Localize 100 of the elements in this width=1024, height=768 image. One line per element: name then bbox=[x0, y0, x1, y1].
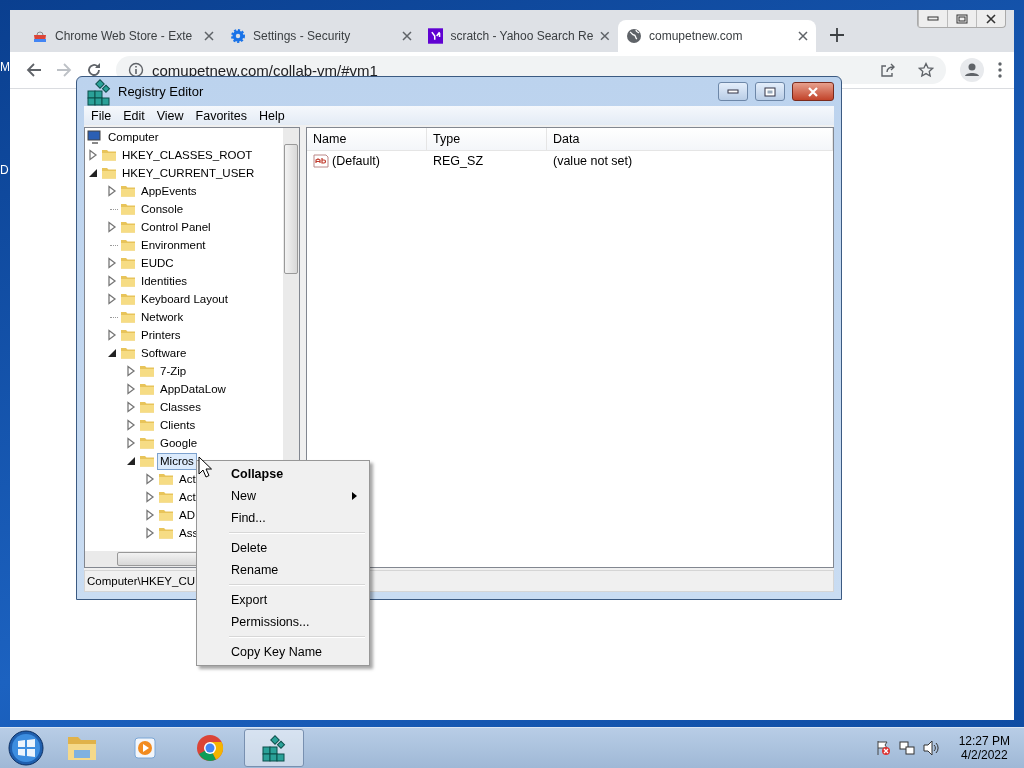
menu-item[interactable]: New bbox=[199, 485, 367, 507]
tree-item[interactable]: Control Panel bbox=[138, 218, 214, 236]
column-header[interactable]: Data bbox=[547, 128, 833, 150]
maximize-button[interactable] bbox=[755, 82, 785, 101]
tree-item[interactable]: AppDataLow bbox=[157, 380, 229, 398]
browser-tab[interactable]: Settings - Security bbox=[222, 20, 420, 52]
value-type: REG_SZ bbox=[432, 153, 484, 170]
taskbar-button[interactable] bbox=[244, 729, 304, 767]
menu-item[interactable]: Delete bbox=[199, 537, 367, 559]
tree-item[interactable]: HKEY_CURRENT_USER bbox=[119, 164, 258, 182]
tree-item[interactable]: Console bbox=[138, 200, 187, 218]
expand-arrow-icon[interactable] bbox=[125, 383, 137, 395]
expand-arrow-icon[interactable] bbox=[106, 257, 118, 269]
expand-arrow-icon[interactable] bbox=[106, 293, 118, 305]
info-icon[interactable] bbox=[128, 62, 144, 78]
folder-icon bbox=[139, 453, 155, 469]
browser-tab[interactable]: scratch - Yahoo Search Re bbox=[420, 20, 618, 52]
settings-icon bbox=[230, 28, 246, 44]
folder-icon bbox=[139, 363, 155, 379]
back-icon[interactable] bbox=[26, 62, 42, 78]
volume-icon[interactable] bbox=[922, 740, 941, 756]
string-value-icon bbox=[313, 153, 329, 169]
close-icon[interactable] bbox=[600, 31, 610, 41]
folder-icon bbox=[120, 219, 136, 235]
close-button[interactable] bbox=[792, 82, 834, 101]
collapse-arrow-icon[interactable] bbox=[87, 167, 99, 179]
menu-item[interactable]: Edit bbox=[118, 108, 150, 123]
tree-item[interactable]: 7-Zip bbox=[157, 362, 190, 380]
menu-item[interactable]: Permissions... bbox=[199, 611, 367, 633]
value-name[interactable]: (Default) bbox=[307, 151, 427, 171]
menu-item[interactable]: Copy Key Name bbox=[199, 641, 367, 663]
tree-item[interactable]: Network bbox=[138, 308, 187, 326]
minimize-icon bbox=[727, 89, 739, 94]
expand-arrow-icon[interactable] bbox=[144, 509, 156, 521]
menu-item[interactable]: View bbox=[151, 108, 189, 123]
folder-icon bbox=[101, 165, 117, 181]
tree-item[interactable]: Act bbox=[176, 470, 199, 488]
tree-item[interactable]: Act bbox=[176, 488, 199, 506]
menu-item[interactable]: File bbox=[86, 108, 117, 123]
close-icon[interactable] bbox=[798, 31, 808, 41]
tree-item[interactable]: Clients bbox=[157, 416, 199, 434]
tree-item[interactable]: Software bbox=[138, 344, 190, 362]
folder-icon bbox=[158, 489, 174, 505]
close-icon[interactable] bbox=[402, 31, 412, 41]
folder-icon bbox=[158, 525, 174, 541]
expand-arrow-icon[interactable] bbox=[125, 419, 137, 431]
minimize-button[interactable] bbox=[718, 82, 748, 101]
menu-item[interactable]: Help bbox=[254, 108, 290, 123]
expand-arrow-icon[interactable] bbox=[144, 491, 156, 503]
tree-item[interactable]: Keyboard Layout bbox=[138, 290, 231, 308]
tree-item[interactable]: Micros bbox=[157, 452, 197, 470]
folder-icon bbox=[120, 183, 136, 199]
tree-item[interactable]: AD bbox=[176, 506, 198, 524]
menu-item[interactable]: Find... bbox=[199, 507, 367, 529]
tree-item[interactable]: Environment bbox=[138, 236, 209, 254]
menu-item[interactable]: Export bbox=[199, 589, 367, 611]
tree-item[interactable]: Printers bbox=[138, 326, 184, 344]
expand-arrow-icon[interactable] bbox=[106, 185, 118, 197]
expand-arrow-icon[interactable] bbox=[125, 365, 137, 377]
close-icon[interactable] bbox=[204, 31, 214, 41]
folder-icon bbox=[120, 291, 136, 307]
minimize-icon bbox=[927, 15, 939, 22]
expand-arrow-icon[interactable] bbox=[125, 437, 137, 449]
close-icon bbox=[807, 86, 819, 97]
reload-icon[interactable] bbox=[86, 62, 102, 78]
profile-icon[interactable] bbox=[960, 58, 984, 82]
expand-arrow-icon[interactable] bbox=[125, 401, 137, 413]
expand-arrow-icon[interactable] bbox=[144, 527, 156, 539]
column-header[interactable]: Type bbox=[427, 128, 547, 150]
browser-tab[interactable]: comupetnew.com bbox=[618, 20, 816, 52]
new-tab-icon[interactable] bbox=[830, 28, 844, 42]
chrome-icon bbox=[195, 733, 225, 763]
folder-icon bbox=[120, 255, 136, 271]
tree-item[interactable]: AppEvents bbox=[138, 182, 200, 200]
folder-icon bbox=[120, 273, 136, 289]
expand-arrow-icon[interactable] bbox=[87, 149, 99, 161]
desktop-icon-label: M bbox=[0, 60, 10, 74]
expand-arrow-icon[interactable] bbox=[106, 329, 118, 341]
window-title: Registry Editor bbox=[118, 84, 205, 99]
expand-arrow-icon[interactable] bbox=[106, 275, 118, 287]
tree-item[interactable]: EUDC bbox=[138, 254, 177, 272]
action-center-icon[interactable] bbox=[874, 740, 891, 756]
collapse-arrow-icon[interactable] bbox=[106, 347, 118, 359]
folder-icon bbox=[120, 327, 136, 343]
expand-arrow-icon[interactable] bbox=[144, 473, 156, 485]
column-header[interactable]: Name bbox=[307, 128, 427, 150]
share-icon[interactable] bbox=[880, 62, 896, 78]
address-bar[interactable]: comupetnew.com/collab-vm/#vm1 bbox=[152, 61, 378, 79]
expand-arrow-icon[interactable] bbox=[106, 221, 118, 233]
collapse-arrow-icon[interactable] bbox=[125, 455, 137, 467]
tree-item[interactable]: HKEY_CLASSES_ROOT bbox=[119, 146, 256, 164]
tree-item[interactable]: Classes bbox=[157, 398, 204, 416]
tree-item[interactable]: Google bbox=[157, 434, 201, 452]
browser-tab[interactable]: Chrome Web Store - Exte bbox=[24, 20, 222, 52]
star-icon[interactable] bbox=[918, 62, 934, 78]
menu-icon[interactable] bbox=[998, 62, 1002, 78]
tree-item[interactable]: Computer bbox=[105, 128, 162, 146]
network-icon[interactable] bbox=[898, 740, 915, 756]
tree-item[interactable]: Identities bbox=[138, 272, 191, 290]
menu-item[interactable]: Favorites bbox=[190, 108, 252, 123]
